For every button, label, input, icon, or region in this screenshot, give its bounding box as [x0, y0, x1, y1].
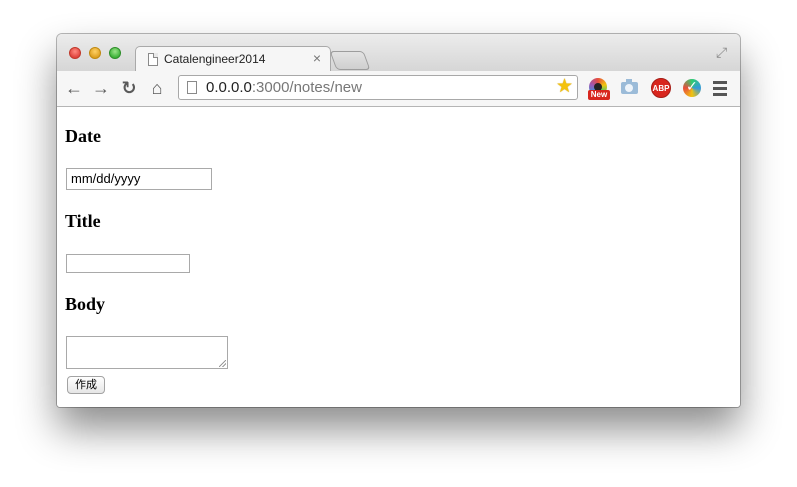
browser-window: Catalengineer2014 × ⤢ ← → ↻ ⌂ 0.0.0.0:30… — [57, 34, 740, 407]
url-path: :3000/notes/new — [251, 79, 362, 96]
page-icon — [187, 81, 197, 94]
tab-title: Catalengineer2014 — [164, 52, 266, 66]
page-content: Date mm/dd/yyyy Title Body 作成 — [57, 107, 740, 407]
address-bar[interactable]: 0.0.0.0:3000/notes/new ★ — [178, 75, 578, 100]
adblock-plus-icon[interactable]: ABP — [651, 78, 671, 98]
url-host: 0.0.0.0 — [206, 79, 252, 96]
check-extension-icon[interactable] — [682, 78, 702, 98]
title-input[interactable] — [66, 254, 190, 273]
camera-extension-icon[interactable] — [620, 78, 640, 98]
tab-close-icon[interactable]: × — [313, 51, 321, 65]
title-heading: Title — [65, 211, 101, 231]
fullscreen-icon[interactable]: ⤢ — [716, 45, 730, 59]
minimize-window-button[interactable] — [89, 47, 101, 59]
date-input[interactable]: mm/dd/yyyy — [66, 168, 212, 190]
browser-toolbar: ← → ↻ ⌂ 0.0.0.0:3000/notes/new ★ New ABP — [57, 71, 740, 107]
reload-icon[interactable]: ↻ — [119, 78, 139, 98]
zoom-window-button[interactable] — [109, 47, 121, 59]
check-icon — [683, 78, 701, 97]
bookmark-star-icon[interactable]: ★ — [556, 77, 573, 97]
url-text[interactable]: 0.0.0.0:3000/notes/new — [206, 79, 362, 96]
ring-extension-icon[interactable]: New — [588, 78, 610, 100]
page-icon — [148, 53, 158, 66]
date-heading: Date — [65, 126, 101, 146]
new-badge: New — [588, 90, 610, 100]
camera-icon — [621, 79, 638, 94]
resize-grip-icon[interactable] — [219, 360, 226, 367]
submit-button[interactable]: 作成 — [67, 376, 105, 394]
abp-label: ABP — [651, 78, 671, 98]
forward-icon[interactable]: → — [91, 78, 111, 98]
back-icon[interactable]: ← — [64, 78, 84, 98]
title-bar: Catalengineer2014 × ⤢ — [57, 34, 740, 72]
body-heading: Body — [65, 294, 106, 314]
new-tab-button[interactable] — [329, 51, 371, 70]
close-window-button[interactable] — [69, 47, 81, 59]
browser-tab[interactable]: Catalengineer2014 × — [135, 46, 331, 72]
hamburger-menu-icon[interactable] — [713, 78, 727, 98]
home-icon[interactable]: ⌂ — [147, 78, 167, 98]
body-textarea[interactable] — [66, 336, 228, 369]
